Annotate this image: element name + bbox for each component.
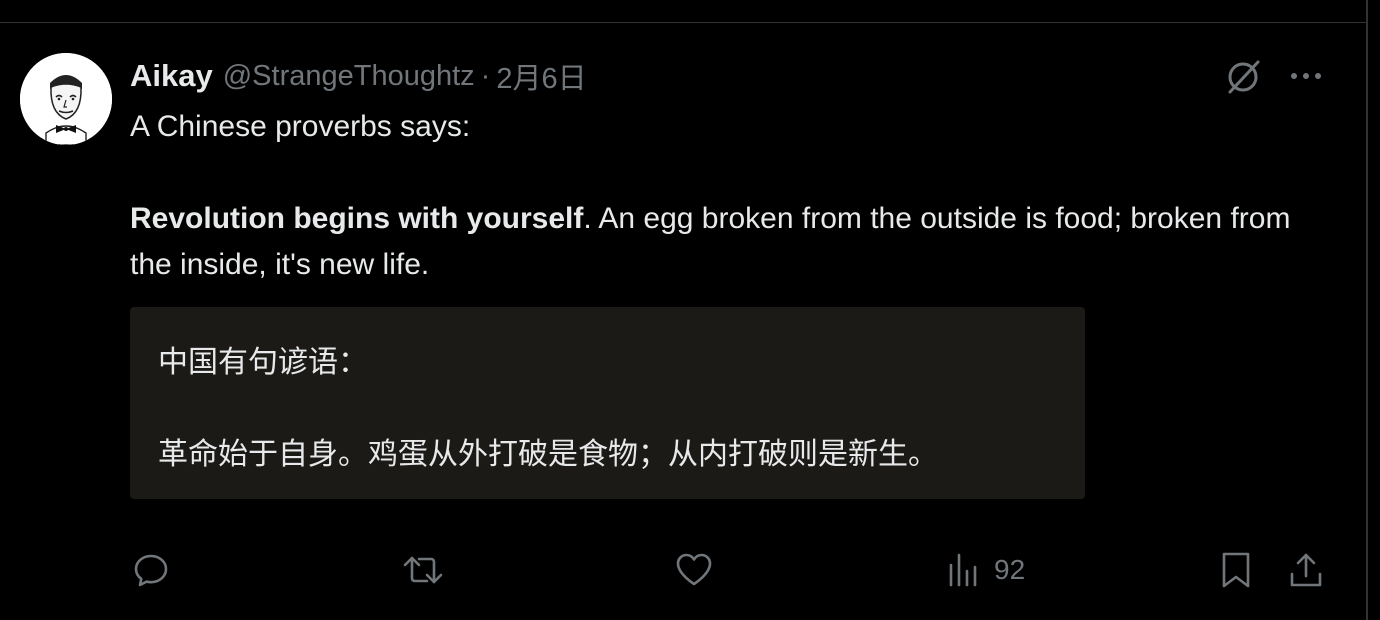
views-count: 92 — [994, 554, 1026, 585]
bookmark-icon — [1222, 552, 1250, 588]
translation-line1: 中国有句谚语： — [158, 345, 368, 380]
share-button[interactable] — [1286, 550, 1326, 590]
timeline-border — [1366, 0, 1368, 620]
separator-dot: · — [480, 59, 491, 92]
tweet-text: A Chinese proverbs says: Revolution begi… — [130, 104, 1330, 288]
cartoon-face-avatar-icon — [20, 53, 112, 145]
translation-line2: 革命始于自身。鸡蛋从外打破是食物；从内打破则是新生。 — [158, 437, 938, 472]
top-divider — [0, 22, 1366, 23]
avatar[interactable] — [20, 53, 112, 145]
reply-icon — [134, 554, 168, 587]
reply-button[interactable] — [132, 550, 170, 590]
tweet-text-body: Revolution begins with yourself. An egg … — [130, 196, 1330, 288]
display-name[interactable]: Aikay — [130, 58, 213, 94]
grok-icon[interactable] — [1222, 56, 1264, 98]
more-icon[interactable] — [1286, 58, 1326, 94]
retweet-icon — [403, 556, 443, 584]
bookmark-button[interactable] — [1218, 550, 1254, 590]
views-button[interactable]: 92 — [946, 550, 1025, 590]
tweet-text-bold: Revolution begins with yourself — [130, 202, 584, 235]
views-icon — [949, 553, 977, 587]
translation-box: 中国有句谚语： 革命始于自身。鸡蛋从外打破是食物；从内打破则是新生。 — [130, 307, 1085, 499]
user-handle[interactable]: @StrangeThoughtz — [223, 60, 475, 93]
tweet-text-line1: A Chinese proverbs says: — [130, 110, 471, 143]
retweet-button[interactable] — [400, 550, 446, 590]
share-icon — [1290, 553, 1322, 587]
tweet-date[interactable]: 2月6日 — [496, 55, 586, 97]
like-button[interactable] — [674, 550, 714, 590]
tweet-header: Aikay @StrangeThoughtz · 2月6日 — [130, 56, 587, 96]
heart-icon — [676, 553, 712, 586]
